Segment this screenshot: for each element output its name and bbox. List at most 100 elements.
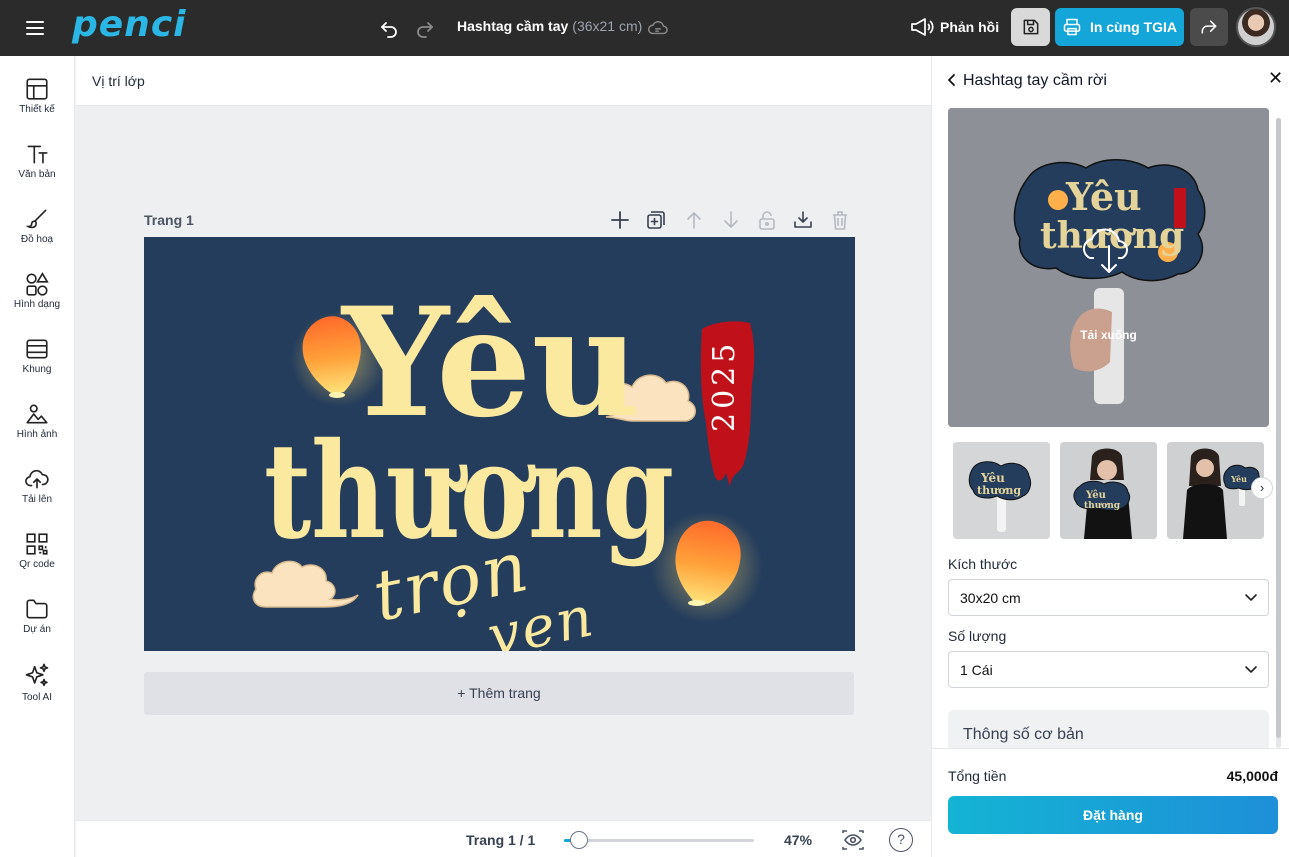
panel-title: Hashtag tay cầm rời [963, 72, 1107, 89]
zoom-slider-handle[interactable] [570, 831, 589, 849]
panel-scrollbar-thumb[interactable] [1276, 118, 1281, 738]
close-icon[interactable]: ✕ [1268, 69, 1283, 87]
sidebar-item-label: Khung [22, 364, 52, 375]
help-button[interactable]: ? [889, 828, 913, 852]
print-label: In cùng TGIA [1089, 19, 1178, 35]
add-page-button[interactable]: + Thêm trang [144, 672, 854, 715]
folder-icon [26, 599, 48, 619]
feedback-label: Phản hồi [940, 19, 1000, 35]
document-name: Hashtag cầm tay [457, 18, 569, 34]
layout-icon [26, 78, 48, 100]
quantity-select[interactable]: 1 Cái [948, 651, 1269, 688]
zoom-level: 47% [784, 832, 813, 848]
image-icon [26, 404, 48, 424]
document-size: (36x21 cm) [572, 18, 643, 34]
duplicate-page-icon[interactable] [645, 209, 667, 231]
sidebar-item-images[interactable]: Hình ảnh [0, 395, 74, 453]
cloud-sync-icon [647, 21, 668, 35]
sidebar-item-label: Hình dạng [13, 299, 61, 310]
sidebar-item-label: Thiết kế [19, 104, 55, 115]
sidebar-item-label: Văn bản [18, 169, 56, 180]
layer-position-bar: Vị trí lớp [76, 56, 931, 106]
document-title[interactable]: Hashtag cầm tay (36x21 cm) [457, 18, 642, 34]
save-icon [1023, 19, 1038, 35]
top-bar: penci Hashtag cầm tay (36x21 cm) Phản hồi… [0, 0, 1289, 56]
sidebar-item-upload[interactable]: Tải lên [0, 460, 74, 518]
sidebar-item-label: Tool AI [21, 692, 53, 703]
size-select[interactable]: 30x20 cm [948, 579, 1269, 616]
basic-specs-label: Thông số cơ bản [963, 726, 1084, 743]
shapes-icon [26, 272, 49, 296]
save-button[interactable] [1011, 8, 1050, 46]
sidebar-item-text[interactable]: Văn bản [0, 135, 74, 193]
megaphone-icon [911, 18, 934, 36]
sidebar-item-label: Tải lên [21, 494, 52, 505]
svg-text:Yêu: Yêu [1085, 490, 1106, 501]
sidebar-item-label: Qr code [19, 559, 55, 570]
chevron-left-icon[interactable] [942, 70, 962, 90]
design-artboard[interactable]: 2025 Yêu thương trọn vẹn [144, 237, 855, 651]
sidebar-item-label: Dự án [23, 624, 51, 635]
add-element-icon[interactable] [609, 209, 631, 231]
download-hint[interactable]: Tải xuống [948, 328, 1269, 342]
frame-icon [26, 339, 48, 359]
panel-header: Hashtag tay cầm rời ✕ [932, 56, 1289, 104]
preview-eye-icon[interactable] [841, 829, 865, 851]
user-avatar[interactable] [1236, 7, 1276, 47]
sidebar-item-design[interactable]: Thiết kế [0, 70, 74, 128]
thumbnail-1[interactable]: Yêu thương [953, 442, 1050, 539]
svg-text:Yêu: Yêu [1230, 474, 1247, 484]
unlock-icon[interactable] [756, 209, 778, 231]
thumbnail-1-art: Yêu thương [953, 442, 1050, 539]
zoom-slider[interactable] [564, 831, 754, 849]
size-value: 30x20 cm [960, 590, 1021, 606]
svg-text:thương: thương [1084, 501, 1121, 511]
product-preview[interactable]: Yêu thương Tải xuống [948, 108, 1269, 427]
menu-icon[interactable] [24, 17, 50, 39]
thumbnail-2[interactable]: Yêu thương [1060, 442, 1157, 539]
brush-icon [25, 209, 47, 229]
total-value: 45,000đ [1226, 768, 1278, 784]
page-count: Trang 1 / 1 [466, 832, 536, 848]
order-button[interactable]: Đặt hàng [948, 796, 1278, 834]
basic-specs-section[interactable]: Thông số cơ bản [948, 710, 1269, 748]
upload-cloud-icon [25, 469, 49, 489]
trash-icon[interactable] [829, 209, 851, 231]
svg-text:thương: thương [1040, 215, 1184, 257]
sidebar-item-shapes[interactable]: Hình dạng [0, 265, 74, 323]
qr-code-icon [26, 533, 48, 555]
thumbnail-2-art: Yêu thương [1060, 442, 1157, 539]
chevron-down-icon [1245, 594, 1257, 602]
thumbnail-3-art: Yêu [1167, 442, 1264, 539]
sidebar-item-frame[interactable]: Khung [0, 330, 74, 388]
design-artwork: 2025 Yêu thương trọn vẹn [144, 237, 855, 651]
feedback-button[interactable]: Phản hồi [910, 15, 999, 39]
svg-text:Yêu: Yêu [1065, 174, 1142, 219]
move-up-icon[interactable] [683, 209, 705, 231]
sidebar-item-label: Đồ hoạ [20, 234, 54, 245]
sidebar-item-label: Hình ảnh [16, 429, 58, 440]
design-year: 2025 [707, 340, 742, 432]
svg-text:thương: thương [977, 484, 1021, 497]
sidebar-item-qr-code[interactable]: Qr code [0, 525, 74, 583]
undo-icon[interactable] [377, 16, 401, 40]
download-page-icon[interactable] [792, 209, 814, 231]
print-button[interactable]: In cùng TGIA [1055, 8, 1184, 46]
chevron-right-icon[interactable]: › [1251, 477, 1273, 499]
share-button[interactable] [1190, 8, 1228, 46]
preview-artwork: Yêu thương [948, 108, 1269, 427]
share-arrow-icon [1201, 20, 1217, 34]
layer-position-button[interactable]: Vị trí lớp [92, 73, 145, 89]
sidebar-item-projects[interactable]: Dự án [0, 590, 74, 648]
page-label: Trang 1 [144, 212, 194, 228]
redo-icon[interactable] [413, 16, 437, 40]
order-footer: Tổng tiền 45,000đ Đặt hàng [932, 748, 1289, 857]
text-icon [27, 145, 48, 164]
thumbnail-3[interactable]: Yêu [1167, 442, 1264, 539]
move-down-icon[interactable] [720, 209, 742, 231]
panel-scrollbar[interactable] [1276, 118, 1281, 748]
sidebar-item-tool-ai[interactable]: Tool AI [0, 656, 74, 714]
app-logo[interactable]: penci [72, 4, 187, 45]
canvas-footer: Trang 1 / 1 47% ? [76, 820, 931, 857]
sidebar-item-graphics[interactable]: Đồ hoạ [0, 200, 74, 258]
